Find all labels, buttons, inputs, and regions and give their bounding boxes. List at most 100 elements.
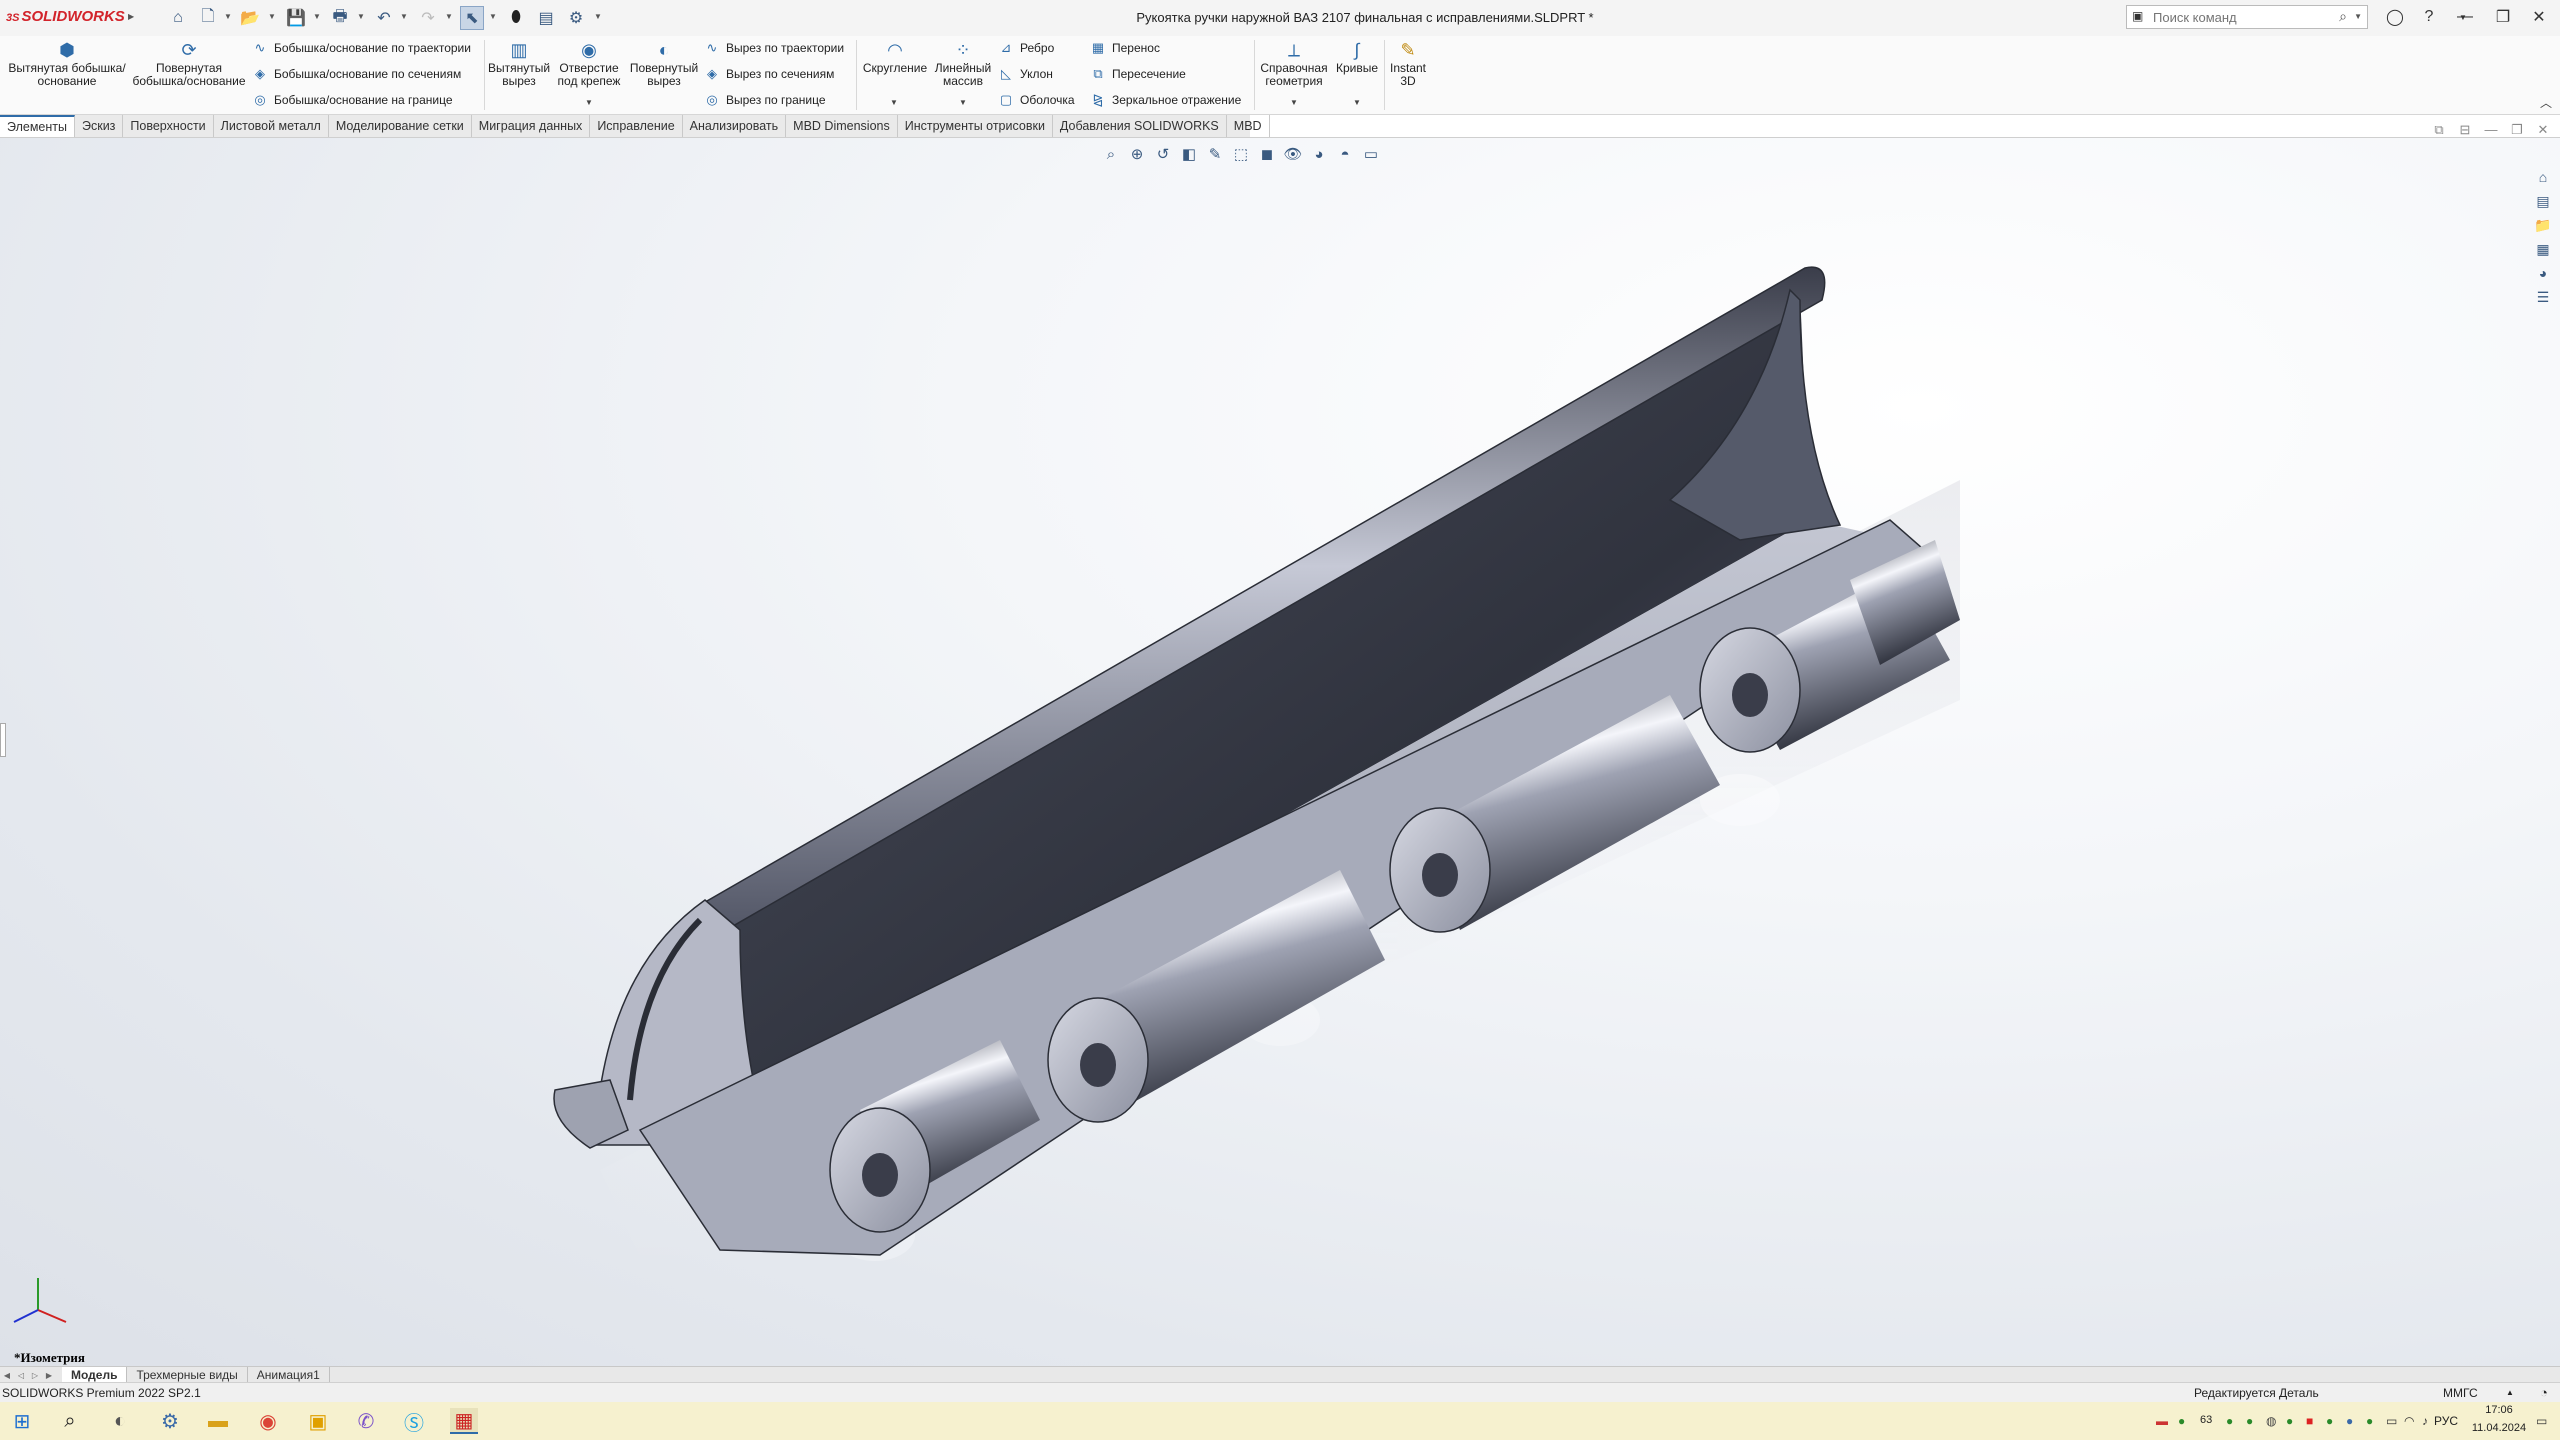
file-explorer-taskbar-icon[interactable]: ▬: [204, 1408, 232, 1434]
tab-data-migration[interactable]: Миграция данных: [472, 115, 591, 137]
edit-appearance-icon[interactable]: ◕: [1308, 143, 1330, 165]
tray-badge[interactable]: 63: [2200, 1414, 2212, 1426]
keyboard-language[interactable]: РУС: [2434, 1414, 2458, 1428]
solidworks-resources-icon[interactable]: ⌂: [2532, 166, 2554, 188]
solidworks-taskbar-icon[interactable]: ▦: [450, 1408, 478, 1434]
swept-cut-button[interactable]: ∿ Вырез по траектории: [704, 38, 845, 58]
undo-dropdown-icon[interactable]: ▼: [400, 12, 408, 21]
extruded-boss-button[interactable]: ⬢ Вытянутая бобышка/основание: [8, 40, 126, 88]
tab-sheet-metal[interactable]: Листовой металл: [214, 115, 329, 137]
app-taskbar-icon[interactable]: ▣: [304, 1408, 332, 1434]
options-dropdown-icon[interactable]: ▼: [594, 12, 602, 21]
curves-button[interactable]: ∫ Кривые: [1332, 40, 1382, 75]
taskbar-widget-icon[interactable]: ◐: [106, 1408, 134, 1434]
options-gear-icon[interactable]: ⚙: [564, 6, 588, 30]
previous-view-icon[interactable]: ↺: [1152, 143, 1174, 165]
command-search-box[interactable]: ▣ ⌕ ▼: [2126, 5, 2368, 29]
file-explorer-icon[interactable]: 📁: [2532, 214, 2554, 236]
print-dropdown-icon[interactable]: ▼: [357, 12, 365, 21]
display-style-icon[interactable]: ◼: [1256, 143, 1278, 165]
tray-app-icon[interactable]: ●: [2246, 1414, 2253, 1428]
collapse-ribbon-icon[interactable]: ︿: [2540, 94, 2552, 111]
save-dropdown-icon[interactable]: ▼: [313, 12, 321, 21]
tray-app-icon[interactable]: ●: [2366, 1414, 2373, 1428]
tab-features[interactable]: Элементы: [0, 115, 75, 139]
tab-render-tools[interactable]: Инструменты отрисовки: [898, 115, 1053, 137]
swept-boss-button[interactable]: ∿ Бобышка/основание по траектории: [252, 38, 471, 58]
lofted-boss-button[interactable]: ◈ Бобышка/основание по сечениям: [252, 64, 461, 84]
tray-app-icon[interactable]: ●: [2226, 1414, 2233, 1428]
units-dropdown-icon[interactable]: ▲: [2506, 1388, 2514, 1397]
zoom-to-area-icon[interactable]: ⊕: [1126, 143, 1148, 165]
redo-dropdown-icon[interactable]: ▼: [445, 12, 453, 21]
skype-taskbar-icon[interactable]: Ⓢ: [400, 1408, 428, 1435]
clock-date[interactable]: 11.04.2024: [2456, 1422, 2542, 1434]
view-settings-icon[interactable]: ▭: [1360, 143, 1382, 165]
part-model[interactable]: [0, 138, 2560, 1366]
taskbar-settings-icon[interactable]: ⚙: [156, 1408, 184, 1434]
undo-icon[interactable]: ↶: [372, 6, 396, 30]
close-icon[interactable]: ✕: [2524, 4, 2554, 30]
boundary-cut-button[interactable]: ◎ Вырез по границе: [704, 90, 825, 110]
restore-icon[interactable]: ❐: [2488, 4, 2518, 30]
tray-app-icon[interactable]: ●: [2346, 1414, 2353, 1428]
tab-3d-views[interactable]: Трехмерные виды: [127, 1367, 248, 1383]
wifi-icon[interactable]: ◠: [2404, 1414, 2414, 1428]
unit-system[interactable]: ММГС: [2443, 1386, 2478, 1400]
select-dropdown-icon[interactable]: ▼: [489, 12, 497, 21]
instant3d-button[interactable]: ✎ Instant 3D: [1388, 40, 1428, 88]
logo-menu-arrow-icon[interactable]: ▶: [128, 12, 134, 21]
clock-time[interactable]: 17:06: [2474, 1404, 2524, 1416]
tab-animation[interactable]: Анимация1: [248, 1367, 330, 1383]
open-dropdown-icon[interactable]: ▼: [268, 12, 276, 21]
rebuild-traffic-light-icon[interactable]: ⬮: [504, 6, 528, 30]
status-chat-icon[interactable]: ◔: [2540, 1385, 2548, 1400]
solidworks-logo[interactable]: 3S SOLIDWORKS: [6, 8, 125, 25]
draft-button[interactable]: ◺ Уклон: [998, 64, 1053, 84]
save-icon[interactable]: 💾: [284, 6, 308, 30]
prev-tab-icon[interactable]: ◁: [14, 1371, 28, 1380]
tab-mbd[interactable]: MBD: [1227, 115, 1270, 137]
appearances-icon[interactable]: ◕: [2532, 262, 2554, 284]
user-account-icon[interactable]: ◯: [2380, 4, 2410, 30]
tray-app-icon[interactable]: ■: [2306, 1414, 2313, 1428]
feature-manager-flyout-handle[interactable]: [0, 723, 6, 757]
search-icon[interactable]: ⌕: [2339, 8, 2347, 25]
last-tab-icon[interactable]: ▶: [42, 1371, 56, 1380]
tray-shield-icon[interactable]: ●: [2178, 1414, 2185, 1428]
windows-start-icon[interactable]: ⊞: [8, 1408, 36, 1434]
tray-usb-icon[interactable]: ▭: [2386, 1414, 2397, 1428]
language-flag-icon[interactable]: ▬: [2156, 1414, 2168, 1428]
boundary-boss-button[interactable]: ◎ Бобышка/основание на границе: [252, 90, 452, 110]
revolved-cut-button[interactable]: ◐ Повернутый вырез: [628, 40, 700, 88]
search-input[interactable]: [2151, 9, 2345, 26]
reference-geometry-button[interactable]: ⟂ Справочная геометрия: [1258, 40, 1330, 88]
volume-icon[interactable]: ♪: [2422, 1414, 2428, 1428]
tray-app-icon[interactable]: ◍: [2266, 1414, 2276, 1428]
tab-model[interactable]: Модель: [62, 1367, 128, 1383]
ref-geometry-dropdown-icon[interactable]: ▼: [1290, 98, 1298, 107]
lofted-cut-button[interactable]: ◈ Вырез по сечениям: [704, 64, 834, 84]
design-library-icon[interactable]: ▤: [2532, 190, 2554, 212]
intersect-button[interactable]: ⧉ Пересечение: [1090, 64, 1186, 84]
open-folder-icon[interactable]: 📂: [238, 6, 262, 30]
mirror-button[interactable]: ⧎ Зеркальное отражение: [1090, 90, 1242, 110]
chrome-taskbar-icon[interactable]: ◉: [254, 1408, 282, 1434]
view-palette-icon[interactable]: ▦: [2532, 238, 2554, 260]
custom-properties-icon[interactable]: ☰: [2532, 286, 2554, 308]
hide-show-items-icon[interactable]: 👁: [1282, 143, 1304, 165]
shell-button[interactable]: ▢ Оболочка: [998, 90, 1075, 110]
pattern-dropdown-icon[interactable]: ▼: [959, 98, 967, 107]
next-tab-icon[interactable]: ▷: [28, 1371, 42, 1380]
notifications-icon[interactable]: ▭: [2536, 1414, 2547, 1428]
split-icon[interactable]: ⊟: [2452, 122, 2478, 138]
viewport-restore-icon[interactable]: ❐: [2504, 122, 2530, 138]
section-view-icon[interactable]: ◧: [1178, 143, 1200, 165]
tab-evaluate[interactable]: Анализировать: [683, 115, 787, 137]
new-document-icon[interactable]: 🗋: [196, 6, 220, 30]
curves-dropdown-icon[interactable]: ▼: [1353, 98, 1361, 107]
first-tab-icon[interactable]: ◀: [0, 1371, 14, 1380]
minimize-icon[interactable]: —: [2450, 4, 2480, 30]
linear-pattern-button[interactable]: ⁘ Линейный массив: [932, 40, 994, 88]
tab-repair[interactable]: Исправление: [590, 115, 683, 137]
